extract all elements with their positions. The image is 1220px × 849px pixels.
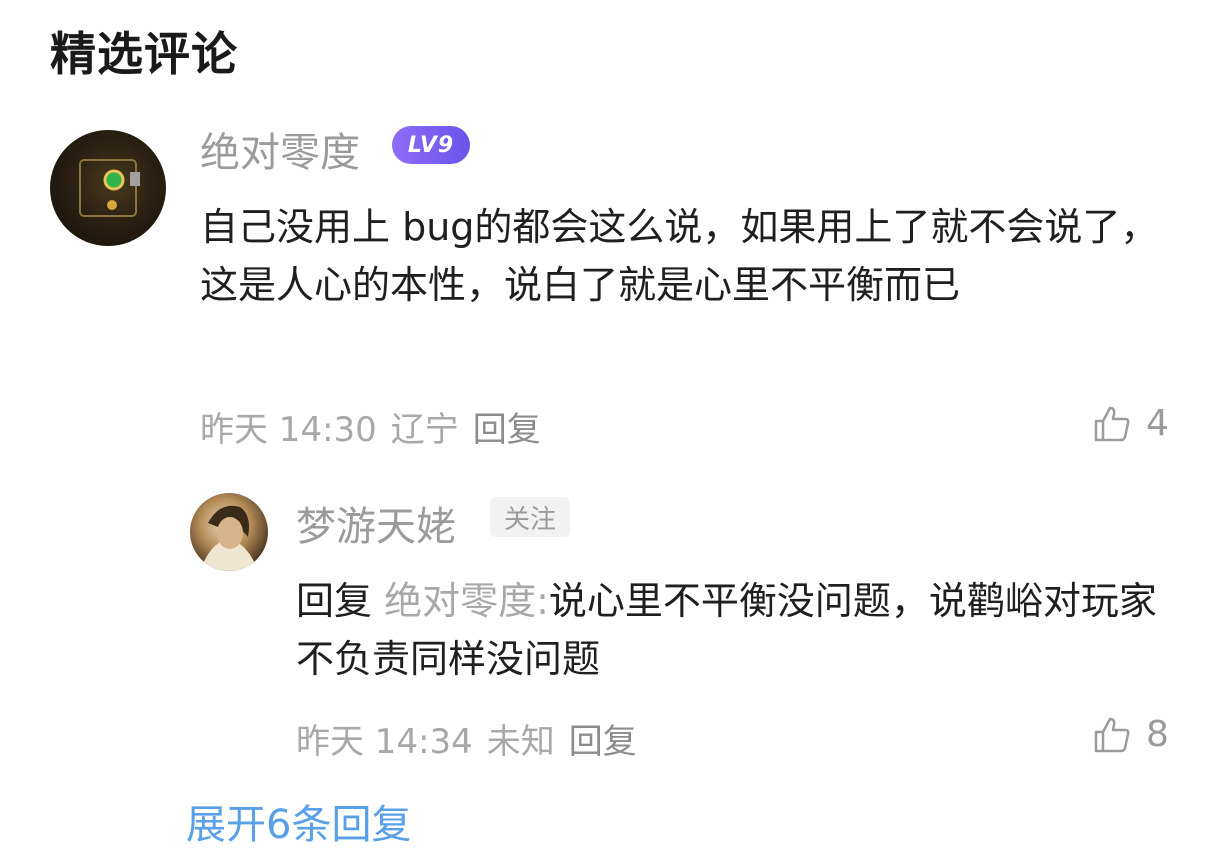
avatar-image [79,159,140,217]
expand-replies-link[interactable]: 展开6条回复 [186,792,411,849]
comment-time: 昨天 14:30 [200,410,377,450]
reply-like-count: 8 [1146,714,1169,755]
follow-button[interactable]: 关注 [490,497,570,537]
reply-reply-button[interactable]: 回复 [569,714,637,763]
reply-username[interactable]: 梦游天姥 [296,494,456,552]
comment-username[interactable]: 绝对零度 [200,120,360,178]
thumbs-up-icon [1094,406,1130,441]
comment-location: 辽宁 [390,410,459,450]
reply-like-button[interactable]: 8 [1092,714,1169,755]
level-badge: LV9 [392,126,470,164]
thumbs-up-icon [1094,717,1130,752]
comment-reply-button[interactable]: 回复 [473,402,541,451]
reply-avatar[interactable] [190,493,268,571]
section-title: 精选评论 [50,27,238,81]
comment-like-count: 4 [1146,403,1169,444]
reply-target-user[interactable]: 绝对零度: [384,579,549,623]
avatar-image [200,505,258,571]
comment-text: 自己没用上 bug的都会这么说，如果用上了就不会说了，这是人心的本性，说白了就是… [200,205,1159,307]
reply-meta: 昨天 14:34 未知 回复 [296,714,637,763]
comment-meta: 昨天 14:30 辽宁 回复 [200,402,541,451]
avatar[interactable] [50,130,166,246]
reply-prefix: 回复 [296,579,373,623]
comment-like-button[interactable]: 4 [1092,403,1169,444]
reply-text: 回复 绝对零度:说心里不平衡没问题，说鹳峪对玩家不负责同样没问题 [296,572,1166,688]
reply-time: 昨天 14:34 [296,722,473,762]
reply-location: 未知 [486,722,555,762]
